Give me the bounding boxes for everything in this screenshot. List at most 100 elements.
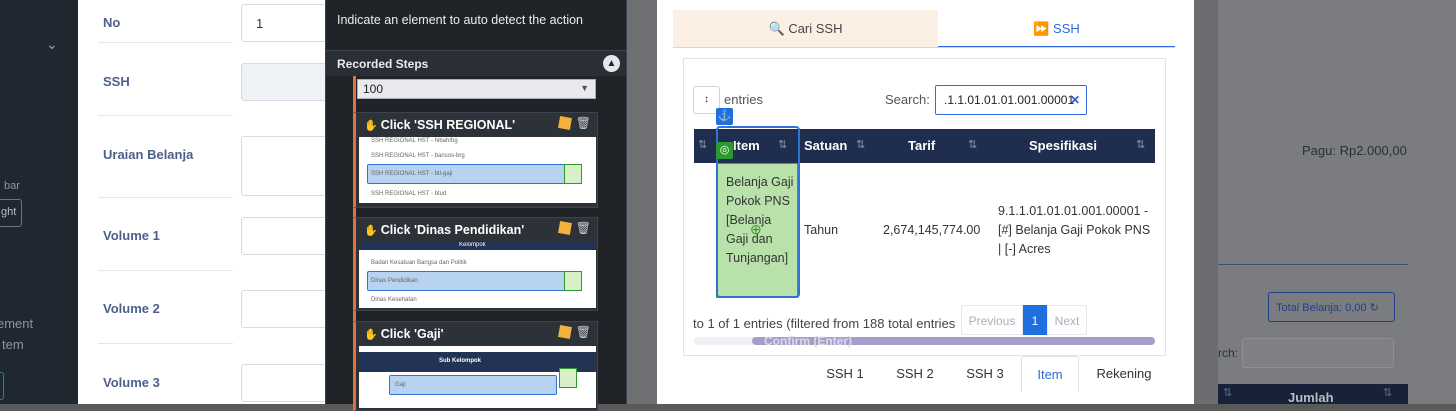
- tab-ssh-label: SSH: [1053, 21, 1080, 36]
- cell-spesifikasi: 9.1.1.01.01.01.001.00001 - [#] Belanja G…: [998, 204, 1151, 256]
- sort-icon[interactable]: ⇅: [1383, 386, 1392, 399]
- chevron-down-icon[interactable]: ⌄: [46, 36, 58, 53]
- ssh-label: SSH: [103, 74, 130, 89]
- thumb-text: SSH REGIONAL HST - bansos-brg: [371, 153, 465, 159]
- crosshair-icon: ⊕: [750, 221, 762, 237]
- step-card[interactable]: ✋ Click 'SSH REGIONAL' 🗑 SSH REGIONAL HST…: [353, 112, 598, 208]
- col-satuan[interactable]: Satuan: [804, 138, 847, 153]
- sort-icon[interactable]: ⇅: [1223, 386, 1232, 399]
- volume2-label: Volume 2: [103, 301, 160, 316]
- target-icon[interactable]: ◎: [716, 142, 733, 159]
- sidebar-text: ement: [0, 316, 34, 331]
- thumb-target: [564, 164, 582, 184]
- search-input[interactable]: [1242, 338, 1394, 368]
- table-header: ⇅ Jumlah ⇅: [1218, 384, 1408, 404]
- table-info: to 1 of 1 entries (filtered from 188 tot…: [693, 316, 956, 331]
- refresh-icon: ↻: [1369, 302, 1379, 314]
- thumb-text: Kelompok: [459, 242, 486, 248]
- step-thumbnail: Kelompok Badan Kesatuan Bangsa dan Polit…: [359, 242, 596, 308]
- ghost-confirm: Confirm (Enter): [764, 334, 852, 348]
- sidebar-button-label: ght: [1, 206, 17, 218]
- hand-icon: ✋: [364, 329, 378, 341]
- collapse-icon[interactable]: ▲: [603, 55, 620, 72]
- thumb-text: Dinas Pendidikan: [371, 278, 418, 284]
- sort-icon[interactable]: ⇅: [856, 138, 865, 151]
- hand-icon: ✋: [364, 120, 378, 132]
- sidebar-green-button[interactable]: [0, 372, 4, 400]
- col-spesifikasi[interactable]: Spesifikasi: [1029, 138, 1097, 153]
- pagination: Previous 1 Next: [961, 305, 1087, 335]
- step-title: ✋ Click 'Dinas Pendidikan': [364, 223, 524, 237]
- thumb-selection: [389, 375, 557, 395]
- sort-icon[interactable]: ⇅: [968, 138, 977, 151]
- rows-select-value: 100: [363, 82, 384, 96]
- step-card[interactable]: ✋ Click 'Gaji' 🗑 Sub Kelompok Gaji: [353, 321, 598, 411]
- uraian-label: Uraian Belanja: [103, 147, 194, 162]
- sidebar-text: bar: [4, 180, 20, 192]
- thumb-text: SSH REGIONAL HST - hibah/bg: [371, 138, 458, 144]
- divider: [1218, 264, 1408, 265]
- cell-tarif: 2,674,145,774.00: [883, 223, 981, 237]
- tab-divider: [673, 47, 1175, 48]
- recorded-steps-header: Recorded Steps ▲: [326, 50, 626, 76]
- col-jumlah: Jumlah: [1288, 390, 1334, 404]
- divider: [98, 42, 233, 43]
- fast-forward-icon: ⏩: [1033, 21, 1050, 36]
- thumb-text: Gaji: [395, 382, 406, 388]
- tab-cari-label: Cari SSH: [788, 21, 843, 36]
- tab-rekening[interactable]: Rekening: [1083, 356, 1165, 392]
- sidebar-text: tem: [2, 337, 24, 352]
- divider: [98, 343, 233, 344]
- search-input[interactable]: .1.1.01.01.01.001.00001 ✕: [935, 85, 1087, 115]
- tab-ssh[interactable]: ⏩ SSH: [938, 10, 1175, 48]
- trash-icon[interactable]: 🗑: [576, 325, 591, 339]
- divider: [98, 270, 233, 271]
- entries-label: entries: [724, 92, 764, 107]
- sidebar-button[interactable]: ght: [0, 199, 22, 227]
- trash-icon[interactable]: 🗑: [576, 221, 591, 235]
- thumb-target: [559, 368, 577, 388]
- next-button[interactable]: Next: [1047, 305, 1087, 335]
- recorder-hint: Indicate an element to auto detect the a…: [337, 13, 584, 27]
- no-field-value: 1: [256, 16, 264, 31]
- thumb-target: [564, 271, 582, 291]
- total-belanja-button[interactable]: Total Belanja: 0,00 ↻: [1268, 292, 1395, 322]
- search-label: rch:: [1218, 346, 1239, 360]
- prev-button[interactable]: Previous: [961, 305, 1023, 335]
- step-title-text: Click 'SSH REGIONAL': [380, 118, 516, 132]
- backdrop-strip: [1194, 0, 1218, 404]
- clear-icon[interactable]: ✕: [1070, 93, 1080, 107]
- thumb-text: Sub Kelompok: [439, 358, 482, 364]
- step-card[interactable]: ✋ Click 'Dinas Pendidikan' 🗑 Kelompok Bad…: [353, 217, 598, 311]
- background-panel: Pagu: Rp2.000,00 Total Belanja: 0,00 ↻ r…: [1218, 0, 1456, 404]
- divider: [98, 197, 233, 198]
- cube-icon[interactable]: [558, 116, 572, 130]
- cell-satuan: Tahun: [804, 223, 839, 237]
- recorded-steps-title: Recorded Steps: [337, 57, 429, 71]
- step-thumbnail: Sub Kelompok Gaji: [359, 346, 596, 408]
- tab-ssh3[interactable]: SSH 3: [952, 356, 1018, 392]
- tab-ssh1[interactable]: SSH 1: [812, 356, 878, 392]
- tab-item[interactable]: Item: [1021, 356, 1079, 392]
- anchor-icon[interactable]: ⚓: [716, 108, 733, 125]
- step-title-text: Click 'Gaji': [380, 327, 444, 341]
- backdrop-strip: [627, 0, 657, 404]
- tab-cari-ssh[interactable]: 🔍 Cari SSH: [673, 10, 938, 48]
- tab-ssh2[interactable]: SSH 2: [882, 356, 948, 392]
- cube-icon[interactable]: [558, 325, 572, 339]
- rows-select[interactable]: 100 ▼: [357, 79, 596, 99]
- step-title: ✋ Click 'Gaji': [364, 327, 444, 341]
- sort-icon[interactable]: ⇅: [1136, 138, 1145, 151]
- col-tarif[interactable]: Tarif: [908, 138, 935, 153]
- trash-icon[interactable]: 🗑: [576, 116, 591, 130]
- hand-icon: ✋: [364, 225, 378, 237]
- sidebar-fragment: ⌄ bar ght ement tem: [0, 0, 78, 404]
- cube-icon[interactable]: [558, 221, 572, 235]
- sort-icon[interactable]: ⇅: [698, 138, 707, 151]
- chevron-down-icon: ▼: [580, 83, 589, 93]
- page-button[interactable]: 1: [1023, 305, 1047, 335]
- search-icon: 🔍: [768, 21, 785, 36]
- total-belanja-label: Total Belanja: 0,00: [1276, 302, 1367, 314]
- no-label: No: [103, 15, 121, 30]
- step-title: ✋ Click 'SSH REGIONAL': [364, 118, 515, 132]
